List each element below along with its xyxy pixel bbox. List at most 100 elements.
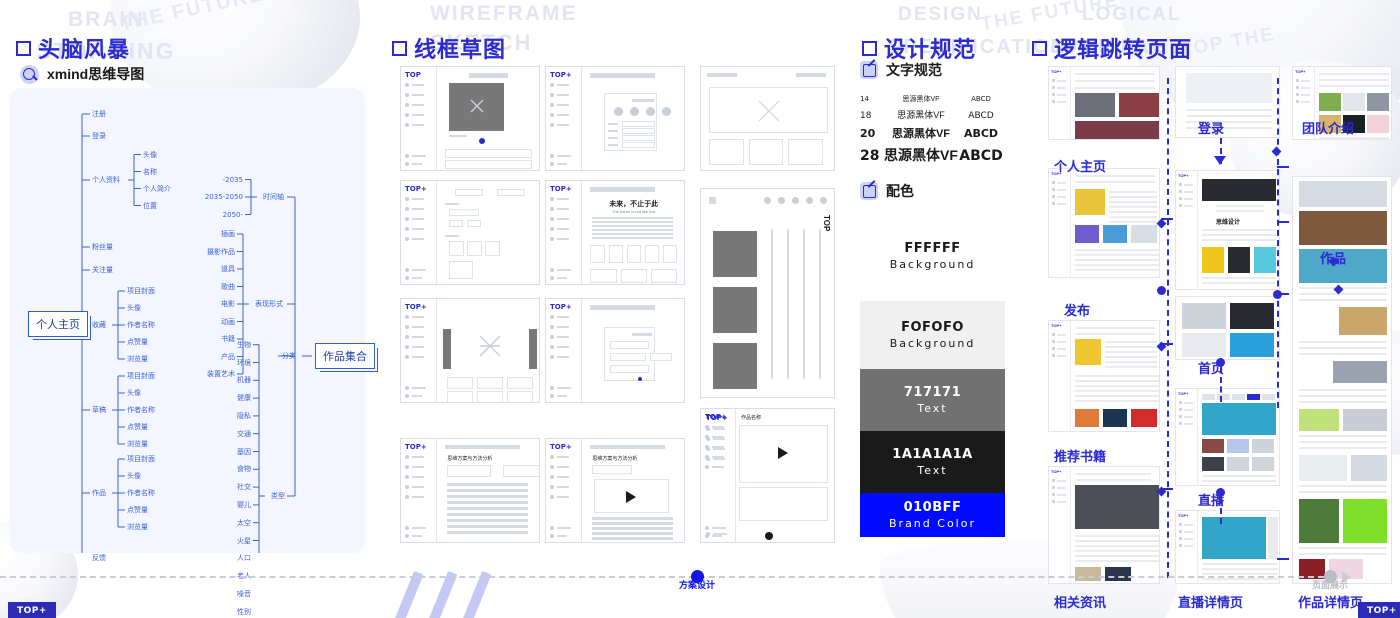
mindmap-leaf[interactable]: 位置 bbox=[143, 201, 157, 211]
screenshot-text-line bbox=[1299, 485, 1387, 487]
mindmap-leaf[interactable]: 点赞量 bbox=[127, 337, 148, 347]
mindmap-leaf[interactable]: 点赞量 bbox=[127, 422, 148, 432]
mindmap-leaf[interactable]: 机器 bbox=[237, 375, 251, 385]
flow-node-diamond[interactable] bbox=[1271, 146, 1282, 157]
mindmap-leaf[interactable]: 头像 bbox=[127, 303, 141, 313]
mindmap-leaf[interactable]: 环境 bbox=[237, 358, 251, 368]
mindmap-leaf[interactable]: 浏览量 bbox=[127, 354, 148, 364]
mindmap-leaf[interactable]: 头像 bbox=[127, 388, 141, 398]
mindmap-leaf[interactable]: 隐私 bbox=[237, 411, 251, 421]
mindmap-leaf[interactable]: 装置艺术 bbox=[207, 369, 235, 379]
wireframe-user-icon bbox=[405, 526, 409, 530]
color-swatch[interactable]: 1A1A1A1A Text bbox=[860, 431, 1005, 493]
mindmap-branch-5[interactable]: 收藏 bbox=[92, 320, 106, 330]
mindmap-leaf[interactable]: 健康 bbox=[237, 393, 251, 403]
mindmap-leaf[interactable]: 电影 bbox=[221, 299, 235, 309]
screenshot-nav-icon bbox=[1179, 190, 1182, 193]
jump-screenshot-publish[interactable]: TOP+ bbox=[1048, 168, 1160, 278]
wireframe-nav-icon bbox=[550, 355, 554, 359]
screenshot-nav-icon bbox=[1296, 93, 1299, 96]
mindmap-leaf[interactable]: 生物 bbox=[237, 340, 251, 350]
mindmap-leaf[interactable]: 产品 bbox=[221, 352, 235, 362]
mindmap-branch-1[interactable]: 登录 bbox=[92, 131, 106, 141]
mindmap-leaf[interactable]: -2035 bbox=[223, 176, 243, 184]
wireframe-nav-label bbox=[412, 124, 424, 126]
mindmap-leaf[interactable]: 项目封面 bbox=[127, 371, 155, 381]
wireframe-upload-slot bbox=[449, 241, 465, 256]
jump-screenshot-related-news[interactable]: TOP+ bbox=[1048, 466, 1160, 584]
mindmap-branch-4[interactable]: 关注量 bbox=[92, 265, 113, 275]
mindmap-leaf[interactable]: 2050- bbox=[223, 211, 243, 219]
mindmap-leaf[interactable]: 2035-2050 bbox=[205, 193, 243, 201]
mindmap-canvas[interactable]: 个人主页 注册 登录 个人资料 头像 名称 个人简介 位置 粉丝量 关注量 收藏 项目封面 头像 作者名称… bbox=[10, 88, 375, 616]
jump-screenshot-home-grid[interactable] bbox=[1175, 296, 1280, 360]
color-swatch[interactable]: 717171 Text bbox=[860, 369, 1005, 431]
mindmap-leaf[interactable]: 火星 bbox=[237, 536, 251, 546]
screenshot-text-line bbox=[1299, 435, 1387, 437]
play-icon[interactable] bbox=[625, 491, 636, 503]
mindmap-leaf[interactable]: 插画 bbox=[221, 229, 235, 239]
mindmap-leaf[interactable]: 太空 bbox=[237, 518, 251, 528]
mindmap-leaf[interactable]: 社交 bbox=[237, 482, 251, 492]
mindmap-branch-6[interactable]: 草稿 bbox=[92, 405, 106, 415]
mindmap-leaf[interactable]: 道具 bbox=[221, 264, 235, 274]
mindmap-collection-node[interactable]: 作品集合 bbox=[315, 343, 375, 369]
wireframe-nav-icon bbox=[550, 475, 554, 479]
mindmap-right-branch-2[interactable]: 类型 bbox=[271, 491, 285, 501]
jump-screenshot-recommended-books[interactable]: TOP+ bbox=[1048, 320, 1160, 432]
mindmap-branch-3[interactable]: 粉丝量 bbox=[92, 242, 113, 252]
wireframe-nav-icon bbox=[550, 335, 554, 339]
mindmap-leaf[interactable]: 头像 bbox=[143, 150, 157, 160]
mindmap-leaf[interactable]: 动画 bbox=[221, 317, 235, 327]
mindmap-leaf[interactable]: 浏览量 bbox=[127, 439, 148, 449]
mindmap-leaf[interactable]: 摄影作品 bbox=[207, 247, 235, 257]
jump-screenshot-live[interactable]: TOP+ bbox=[1175, 388, 1280, 486]
play-icon[interactable] bbox=[777, 447, 788, 459]
mindmap-root-node[interactable]: 个人主页 bbox=[28, 311, 88, 337]
jump-screenshot-login-top[interactable] bbox=[1175, 66, 1280, 138]
mindmap-leaf[interactable]: 浏览量 bbox=[127, 522, 148, 532]
mindmap-leaf[interactable]: 点赞量 bbox=[127, 505, 148, 515]
screenshot-text-line bbox=[1105, 361, 1157, 363]
typography-scale: 14 思源黑体VF ABCD 18 思源黑体VF ABCD 20 思源黑体VF ABCD 28 思源… bbox=[860, 94, 1005, 165]
watermark-text: THE FUTURE bbox=[979, 0, 1121, 36]
color-swatch[interactable]: 010BFF Brand Color bbox=[860, 493, 1005, 537]
jump-flow-canvas[interactable]: TOP+ TOP+ TOP+ TOP+ TOP+ 思维设计 TOP+ TOP+ TOP+ 个人主页… bbox=[1030, 58, 1400, 610]
wireframe-gallery[interactable]: TOP TOP+ TOP+ TOP+ 未来，不止于此 The future is not … bbox=[390, 58, 840, 553]
wireframe-user-icon bbox=[405, 268, 409, 272]
mindmap-leaf[interactable]: 名称 bbox=[143, 167, 157, 177]
jump-screenshot-login[interactable]: TOP+ 思维设计 bbox=[1175, 170, 1280, 290]
color-swatch[interactable]: FOFOFO Background bbox=[860, 301, 1005, 369]
mindmap-leaf[interactable]: 人口 bbox=[237, 553, 251, 563]
color-swatch[interactable]: FFFFFF Background bbox=[860, 211, 1005, 301]
mindmap-group-label[interactable]: 分类 bbox=[282, 351, 296, 361]
mindmap-leaf[interactable]: 个人简介 bbox=[143, 184, 171, 194]
mindmap-leaf[interactable]: 作者名称 bbox=[127, 488, 155, 498]
jump-screenshot-works-detail[interactable] bbox=[1292, 176, 1392, 584]
mindmap-leaf[interactable]: 作者名称 bbox=[127, 320, 155, 330]
mindmap-branch-2[interactable]: 个人资料 bbox=[92, 175, 120, 185]
mindmap-leaf[interactable]: 头像 bbox=[127, 471, 141, 481]
mindmap-right-branch-0[interactable]: 时间轴 bbox=[263, 192, 284, 202]
mindmap-leaf[interactable]: 食物 bbox=[237, 464, 251, 474]
mindmap-leaf[interactable]: 项目封面 bbox=[127, 286, 155, 296]
mindmap-leaf[interactable]: 噪音 bbox=[237, 589, 251, 599]
flow-node-dot[interactable] bbox=[1273, 290, 1282, 299]
flow-connector bbox=[1277, 558, 1289, 560]
mindmap-leaf[interactable]: 作者名称 bbox=[127, 405, 155, 415]
flow-node-dot[interactable] bbox=[1157, 286, 1166, 295]
mindmap-leaf[interactable]: 婴儿 bbox=[237, 500, 251, 510]
mindmap-leaf[interactable]: 交通 bbox=[237, 429, 251, 439]
mindmap-leaf[interactable]: 基因 bbox=[237, 447, 251, 457]
mindmap-leaf[interactable]: 歌曲 bbox=[221, 282, 235, 292]
mindmap-leaf[interactable]: 项目封面 bbox=[127, 454, 155, 464]
mindmap-leaf[interactable]: 书籍 bbox=[221, 334, 235, 344]
mindmap-branch-8[interactable]: 反馈 bbox=[92, 553, 106, 563]
mindmap-branch-0[interactable]: 注册 bbox=[92, 109, 106, 119]
jump-screenshot-personal-top[interactable]: TOP+ bbox=[1048, 66, 1160, 140]
mindmap-branch-7[interactable]: 作品 bbox=[92, 488, 106, 498]
wireframe-nav-icon bbox=[550, 217, 554, 221]
screenshot-text-line bbox=[1109, 216, 1157, 218]
mindmap-leaf[interactable]: 性别 bbox=[237, 607, 251, 617]
mindmap-right-branch-1[interactable]: 表现形式 bbox=[255, 299, 283, 309]
